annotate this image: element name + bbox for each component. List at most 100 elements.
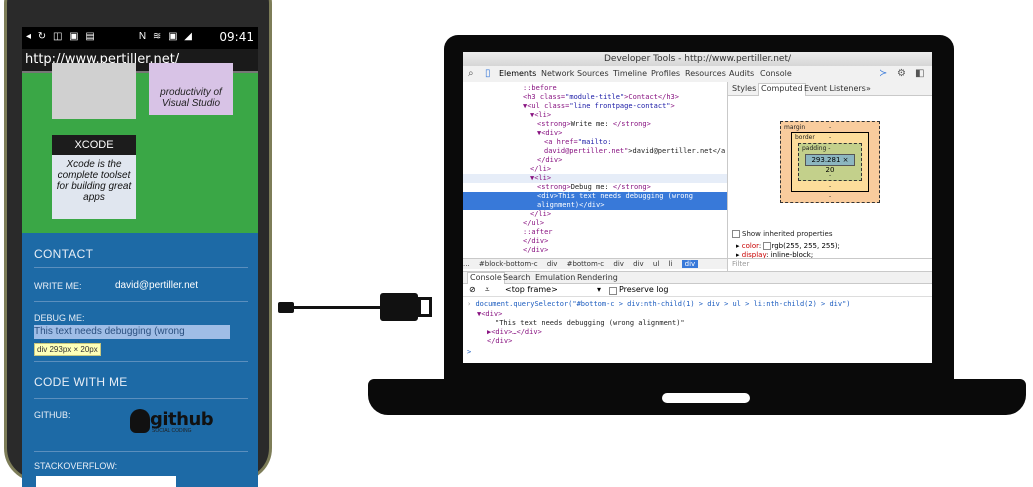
tab-profiles[interactable]: Profiles — [651, 69, 680, 78]
chevron-down-icon[interactable]: ▾ — [597, 284, 601, 296]
xcode-body: Xcode is the complete toolset for buildi… — [56, 159, 132, 203]
gear-icon[interactable]: ⚙ — [897, 68, 906, 79]
system-icons: N ≋ ▣ ◢ — [138, 31, 194, 42]
dom-node[interactable]: </li> — [463, 210, 727, 219]
tool-card-vs[interactable]: productivity of Visual Studio — [149, 63, 233, 115]
dom-node[interactable]: </ul> — [463, 219, 727, 228]
filter-input[interactable]: Filter — [728, 258, 932, 268]
dom-node[interactable]: ▼<li> — [463, 111, 727, 120]
divider — [34, 451, 248, 452]
console-command: document.querySelector("#bottom-c > div:… — [475, 300, 851, 308]
crumb-item[interactable]: ... — [463, 260, 470, 268]
tab-rendering[interactable]: Rendering — [577, 273, 618, 282]
computed-prop[interactable]: ▸ color: rgb(255, 255, 255); — [736, 242, 840, 250]
crumb-item[interactable]: div — [633, 260, 644, 268]
dom-node[interactable]: ▼<div> — [463, 129, 727, 138]
dom-node[interactable]: </li> — [463, 165, 727, 174]
dom-node[interactable]: </div> — [463, 156, 727, 165]
console-result[interactable]: ▼<div> — [477, 310, 502, 319]
tooltip-size: 293px × 20px — [49, 345, 98, 354]
dom-node[interactable]: <a href="mailto: — [463, 138, 727, 147]
devtools-titlebar: Developer Tools - http://www.pertiller.n… — [463, 52, 932, 66]
tab-console[interactable]: Console — [760, 69, 792, 78]
dom-node[interactable]: ::before — [463, 84, 727, 93]
tab-drawer-console[interactable]: Console — [467, 272, 505, 284]
dom-text: ::before — [523, 84, 557, 92]
preserve-log-checkbox[interactable] — [609, 287, 617, 295]
crumb-item[interactable]: #block-bottom-c — [479, 260, 538, 268]
tab-elements[interactable]: Elements — [499, 69, 536, 78]
tool-card-xcode[interactable]: XCODE Xcode is the complete toolset for … — [52, 135, 136, 219]
tab-resources[interactable]: Resources — [685, 69, 726, 78]
margin-top-value: - — [829, 124, 832, 131]
filter-icon[interactable]: ⩡ — [485, 284, 490, 296]
divider — [34, 267, 248, 268]
dom-indent — [463, 111, 530, 119]
dom-text: </li> — [530, 210, 552, 218]
tab-audits[interactable]: Audits — [729, 69, 754, 78]
tab-timeline[interactable]: Timeline — [613, 69, 647, 78]
stackoverflow-badge[interactable] — [36, 476, 176, 487]
dom-node[interactable]: alignment)</div> — [463, 201, 727, 210]
tab-network[interactable]: Network — [541, 69, 574, 78]
crumb-item[interactable]: div — [547, 260, 558, 268]
tab-styles[interactable]: Styles — [732, 84, 756, 93]
dom-text: ::after — [523, 228, 553, 236]
tab-event-listeners[interactable]: Event Listeners — [804, 84, 866, 93]
console-drawer-icon[interactable]: ≻ — [879, 68, 887, 79]
status-time: 09:41 — [219, 30, 254, 44]
tab-computed[interactable]: Computed — [758, 83, 806, 96]
dock-icon[interactable]: ◧ — [915, 68, 924, 79]
dom-text: > — [670, 102, 675, 110]
tab-search[interactable]: Search — [503, 273, 530, 282]
console-result-text: "This text needs debugging (wrong alignm… — [495, 319, 685, 327]
search-icon[interactable]: ⌕ — [468, 68, 474, 79]
crumb-item[interactable]: #bottom-c — [567, 260, 605, 268]
dom-node[interactable]: ▼<ul class="line frontpage-contact"> — [463, 102, 727, 111]
dom-node[interactable]: <strong>Debug me: </strong> — [463, 183, 727, 192]
border-bottom-value: - — [829, 183, 832, 190]
more-tabs-icon[interactable]: » — [866, 84, 871, 93]
dom-node[interactable]: <h3 class="module-title">Contact</h3> — [463, 93, 727, 102]
console-prompt[interactable]: > — [467, 348, 471, 357]
console-result-child[interactable]: ▶<div>…</div> — [487, 328, 542, 337]
clear-console-icon[interactable]: ⊘ — [469, 284, 476, 296]
side-tabs: Styles Computed Event Listeners » — [728, 82, 932, 96]
frame-select[interactable]: <top frame> — [505, 284, 558, 296]
show-inherited-toggle[interactable]: Show inherited properties — [732, 230, 833, 238]
prompt-caret: › — [467, 300, 472, 308]
github-logo[interactable]: github SOCIAL CODING — [130, 409, 214, 435]
crumb-item[interactable]: div — [613, 260, 624, 268]
tab-emulation[interactable]: Emulation — [535, 273, 575, 282]
padding-label: padding - — [802, 145, 831, 152]
dom-text: ▼<li> — [530, 174, 552, 182]
dom-node[interactable]: ▼<li> — [463, 174, 727, 183]
device-mode-icon[interactable]: ▯ — [485, 68, 491, 79]
dom-text: </strong> — [612, 120, 651, 128]
dom-indent — [463, 84, 523, 92]
dom-node[interactable]: </div> — [463, 246, 727, 255]
crumb-item-active[interactable]: div — [681, 260, 699, 268]
dom-text: Debug me: — [570, 183, 613, 191]
dom-text: ▼<li> — [530, 111, 552, 119]
dom-node[interactable]: ::after — [463, 228, 727, 237]
crumb-item[interactable]: ul — [653, 260, 659, 268]
dom-node[interactable]: david@pertiller.net">david@pertiller.net… — [463, 147, 727, 156]
email-link[interactable]: david@pertiller.net — [115, 280, 198, 291]
dom-indent — [463, 156, 537, 164]
dom-indent — [463, 120, 537, 128]
devtools-window: Developer Tools - http://www.pertiller.n… — [463, 52, 932, 363]
dom-text: </ul> — [523, 219, 545, 227]
tab-sources[interactable]: Sources — [577, 69, 609, 78]
crumb-item[interactable]: li — [669, 260, 673, 268]
dom-text: </strong> — [612, 183, 651, 191]
dom-node[interactable]: <strong>Write me: </strong> — [463, 120, 727, 129]
dom-text: Write me: — [570, 120, 613, 128]
dom-text: <strong> — [537, 183, 571, 191]
usb-cable — [290, 306, 380, 309]
dom-node[interactable]: </div> — [463, 237, 727, 246]
dom-node[interactable]: <div>This text needs debugging (wrong — [463, 192, 727, 201]
tool-card-partial — [52, 63, 136, 119]
code-title: CODE WITH ME — [34, 375, 128, 389]
checkbox-icon[interactable] — [732, 230, 740, 238]
